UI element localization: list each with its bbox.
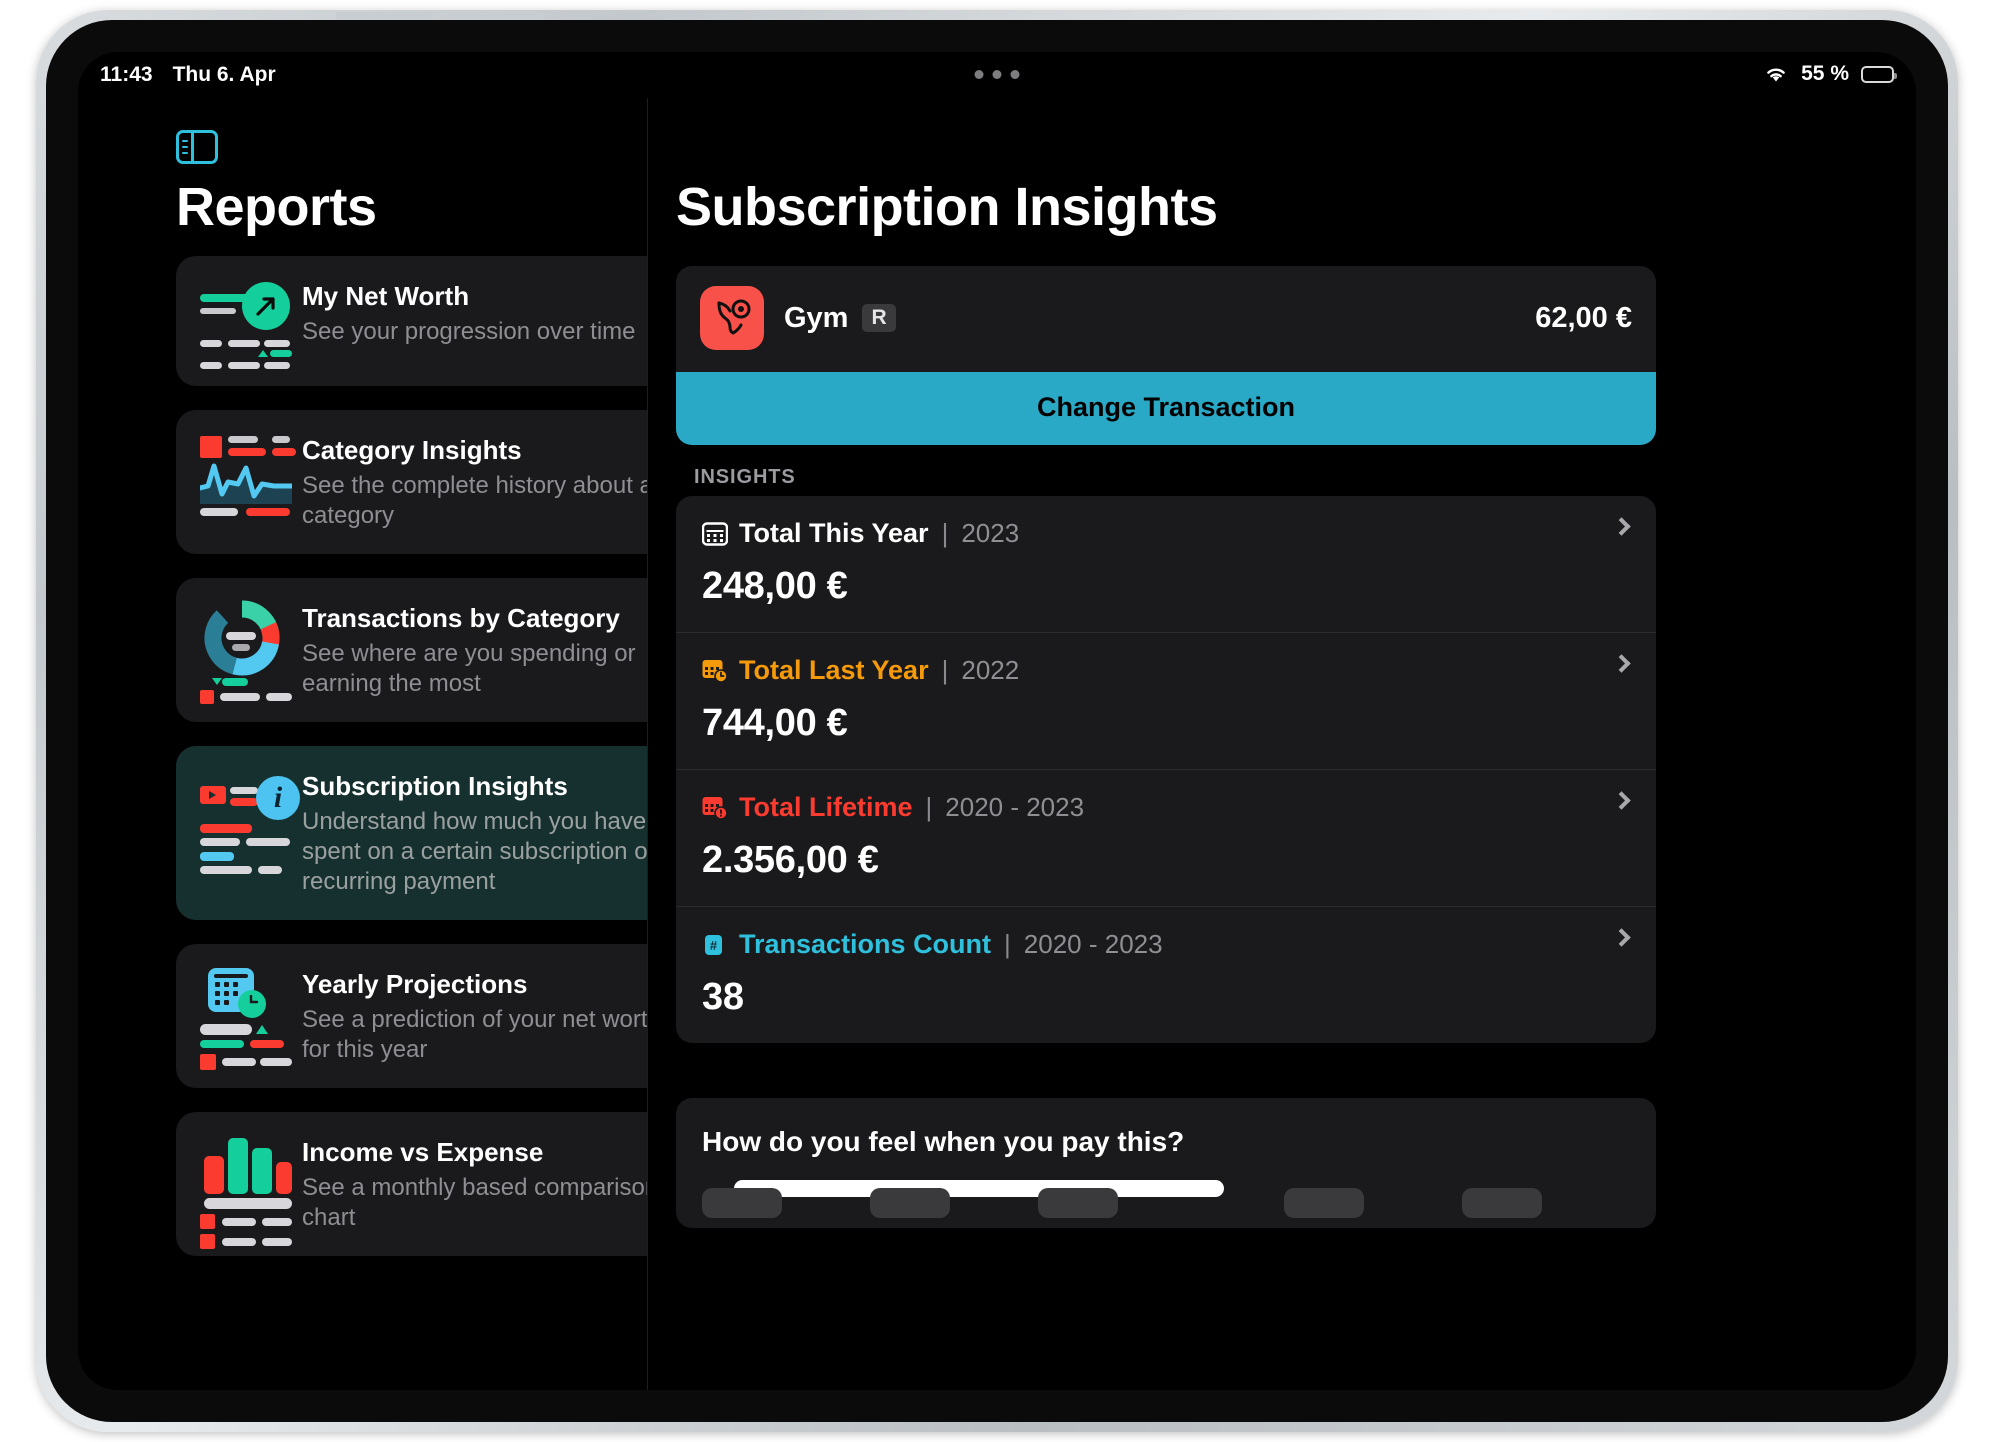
transaction-amount: 62,00 € <box>1535 301 1632 334</box>
transaction-row[interactable]: Gym R 62,00 € <box>676 266 1656 372</box>
insights-section-label: INSIGHTS <box>694 466 796 488</box>
insight-row-transactions-count[interactable]: # Transactions Count | 2020 - 2023 38 <box>676 906 1656 1043</box>
donut-chart-icon <box>200 600 292 704</box>
insight-range: 2020 - 2023 <box>945 792 1085 822</box>
insight-separator: | <box>941 518 949 548</box>
insight-separator: | <box>941 655 949 685</box>
insight-separator: | <box>925 792 933 822</box>
page-title: Subscription Insights <box>676 177 1218 237</box>
sidebar-item-category-insights[interactable]: Category Insights See the complete histo… <box>176 410 648 554</box>
sidebar-item-title: My Net Worth <box>302 281 470 311</box>
sidebar-item-title: Category Insights <box>302 435 522 465</box>
category-line-chart-icon <box>200 432 296 518</box>
feel-card: How do you feel when you pay this? <box>676 1098 1656 1228</box>
sidebar-item-subtitle: Understand how much you have spent on a … <box>302 807 648 896</box>
report-list: My Net Worth See your progression over t… <box>176 256 648 1280</box>
insight-value: 2.356,00 € <box>702 839 879 881</box>
status-bar-right: 55 % <box>1763 62 1897 86</box>
feel-option-1[interactable] <box>702 1188 782 1218</box>
sidebar-item-subtitle: See a monthly based comparison chart <box>302 1173 648 1232</box>
sidebar-item-title: Subscription Insights <box>302 770 568 801</box>
insights-card: Total This Year | 2023 248,00 € Total La… <box>676 496 1656 1043</box>
multitasking-dots-icon[interactable] <box>974 70 1020 79</box>
insight-value: 744,00 € <box>702 702 848 744</box>
change-transaction-button[interactable]: Change Transaction <box>676 372 1656 445</box>
ipad-screen: 11:43 Thu 6. Apr 55 % Reports My Net Wor… <box>78 52 1916 1390</box>
battery-percent-label: 55 % <box>1801 62 1849 85</box>
sidebar-item-transactions-by-category[interactable]: Transactions by Category See where are y… <box>176 577 647 722</box>
calendar-alert-icon <box>702 796 728 820</box>
status-time: 11:43 <box>100 63 153 86</box>
feel-selection-indicator <box>734 1180 1224 1197</box>
sidebar-item-yearly-projections[interactable]: Yearly Projections See a prediction of y… <box>176 943 648 1088</box>
svg-text:#: # <box>710 938 718 953</box>
sidebar-item-title: Transactions by Category <box>302 602 620 633</box>
sidebar-item-subtitle: See your progression over time <box>302 317 636 345</box>
status-bar-left: 11:43 Thu 6. Apr <box>100 63 276 87</box>
insight-row-total-lifetime[interactable]: Total Lifetime | 2020 - 2023 2.356,00 € <box>676 769 1656 906</box>
wifi-icon <box>1763 64 1789 84</box>
sidebar-title: Reports <box>176 177 377 237</box>
insight-row-total-last-year[interactable]: Total Last Year | 2022 744,00 € <box>676 632 1656 769</box>
bar-chart-icon <box>200 1134 292 1249</box>
insight-label: Total This Year <box>739 518 929 548</box>
sidebar-item-subtitle: See the complete history about a categor… <box>302 471 648 530</box>
transaction-card: Gym R 62,00 € Change Transaction <box>676 266 1656 445</box>
insight-label: Transactions Count <box>739 929 992 959</box>
feel-option-2[interactable] <box>870 1188 950 1218</box>
feel-option-3[interactable] <box>1038 1188 1118 1218</box>
sidebar-item-subtitle: See a prediction of your net worth for t… <box>302 1005 648 1064</box>
feel-option-5[interactable] <box>1462 1188 1542 1218</box>
feel-option-4[interactable] <box>1284 1188 1364 1218</box>
sidebar-toggle-icon[interactable] <box>176 130 218 164</box>
insight-range: 2020 - 2023 <box>1023 929 1163 959</box>
insight-separator: | <box>1004 929 1011 959</box>
sidebar-item-subscription-insights[interactable]: i Subscription Insights Understand how m… <box>176 745 648 920</box>
sidebar-item-title: Yearly Projections <box>302 968 528 999</box>
insight-label: Total Lifetime <box>739 792 913 822</box>
detail-pane: Subscription Insights Gym R 62,00 € Chan… <box>648 98 1916 1390</box>
insight-value: 38 <box>702 976 744 1018</box>
transaction-name: Gym <box>784 301 849 334</box>
insight-range: 2022 <box>961 655 1020 685</box>
info-circle-icon: i <box>200 768 300 874</box>
hash-icon: # <box>702 933 728 957</box>
feel-question-label: How do you feel when you pay this? <box>702 1126 1185 1157</box>
calendar-clock-icon <box>702 659 728 683</box>
status-date: Thu 6. Apr <box>172 63 276 86</box>
net-worth-arrow-icon <box>200 278 292 369</box>
insight-label: Total Last Year <box>739 655 929 685</box>
sidebar: Reports My Net Worth See your progressio… <box>78 98 648 1390</box>
insight-value: 248,00 € <box>702 565 848 607</box>
gym-muscle-icon <box>700 286 764 350</box>
device-frame: 11:43 Thu 6. Apr 55 % Reports My Net Wor… <box>0 0 1994 1442</box>
calendar-clock-icon <box>200 966 292 1070</box>
sidebar-item-subtitle: See where are you spending or earning th… <box>302 639 636 698</box>
status-bar: 11:43 Thu 6. Apr 55 % <box>78 52 1916 98</box>
sidebar-item-my-net-worth[interactable]: My Net Worth See your progression over t… <box>176 256 647 386</box>
insight-row-total-this-year[interactable]: Total This Year | 2023 248,00 € <box>676 496 1656 632</box>
calendar-icon <box>701 521 729 546</box>
sidebar-item-title: Income vs Expense <box>302 1136 544 1167</box>
split-view: Reports My Net Worth See your progressio… <box>78 98 1916 1390</box>
feel-segmented-control[interactable] <box>702 1180 1630 1228</box>
battery-icon <box>1861 65 1897 83</box>
recurring-badge: R <box>862 304 896 332</box>
insight-range: 2023 <box>961 518 1020 548</box>
sidebar-item-income-vs-expense[interactable]: Income vs Expense See a monthly based co… <box>176 1111 648 1256</box>
